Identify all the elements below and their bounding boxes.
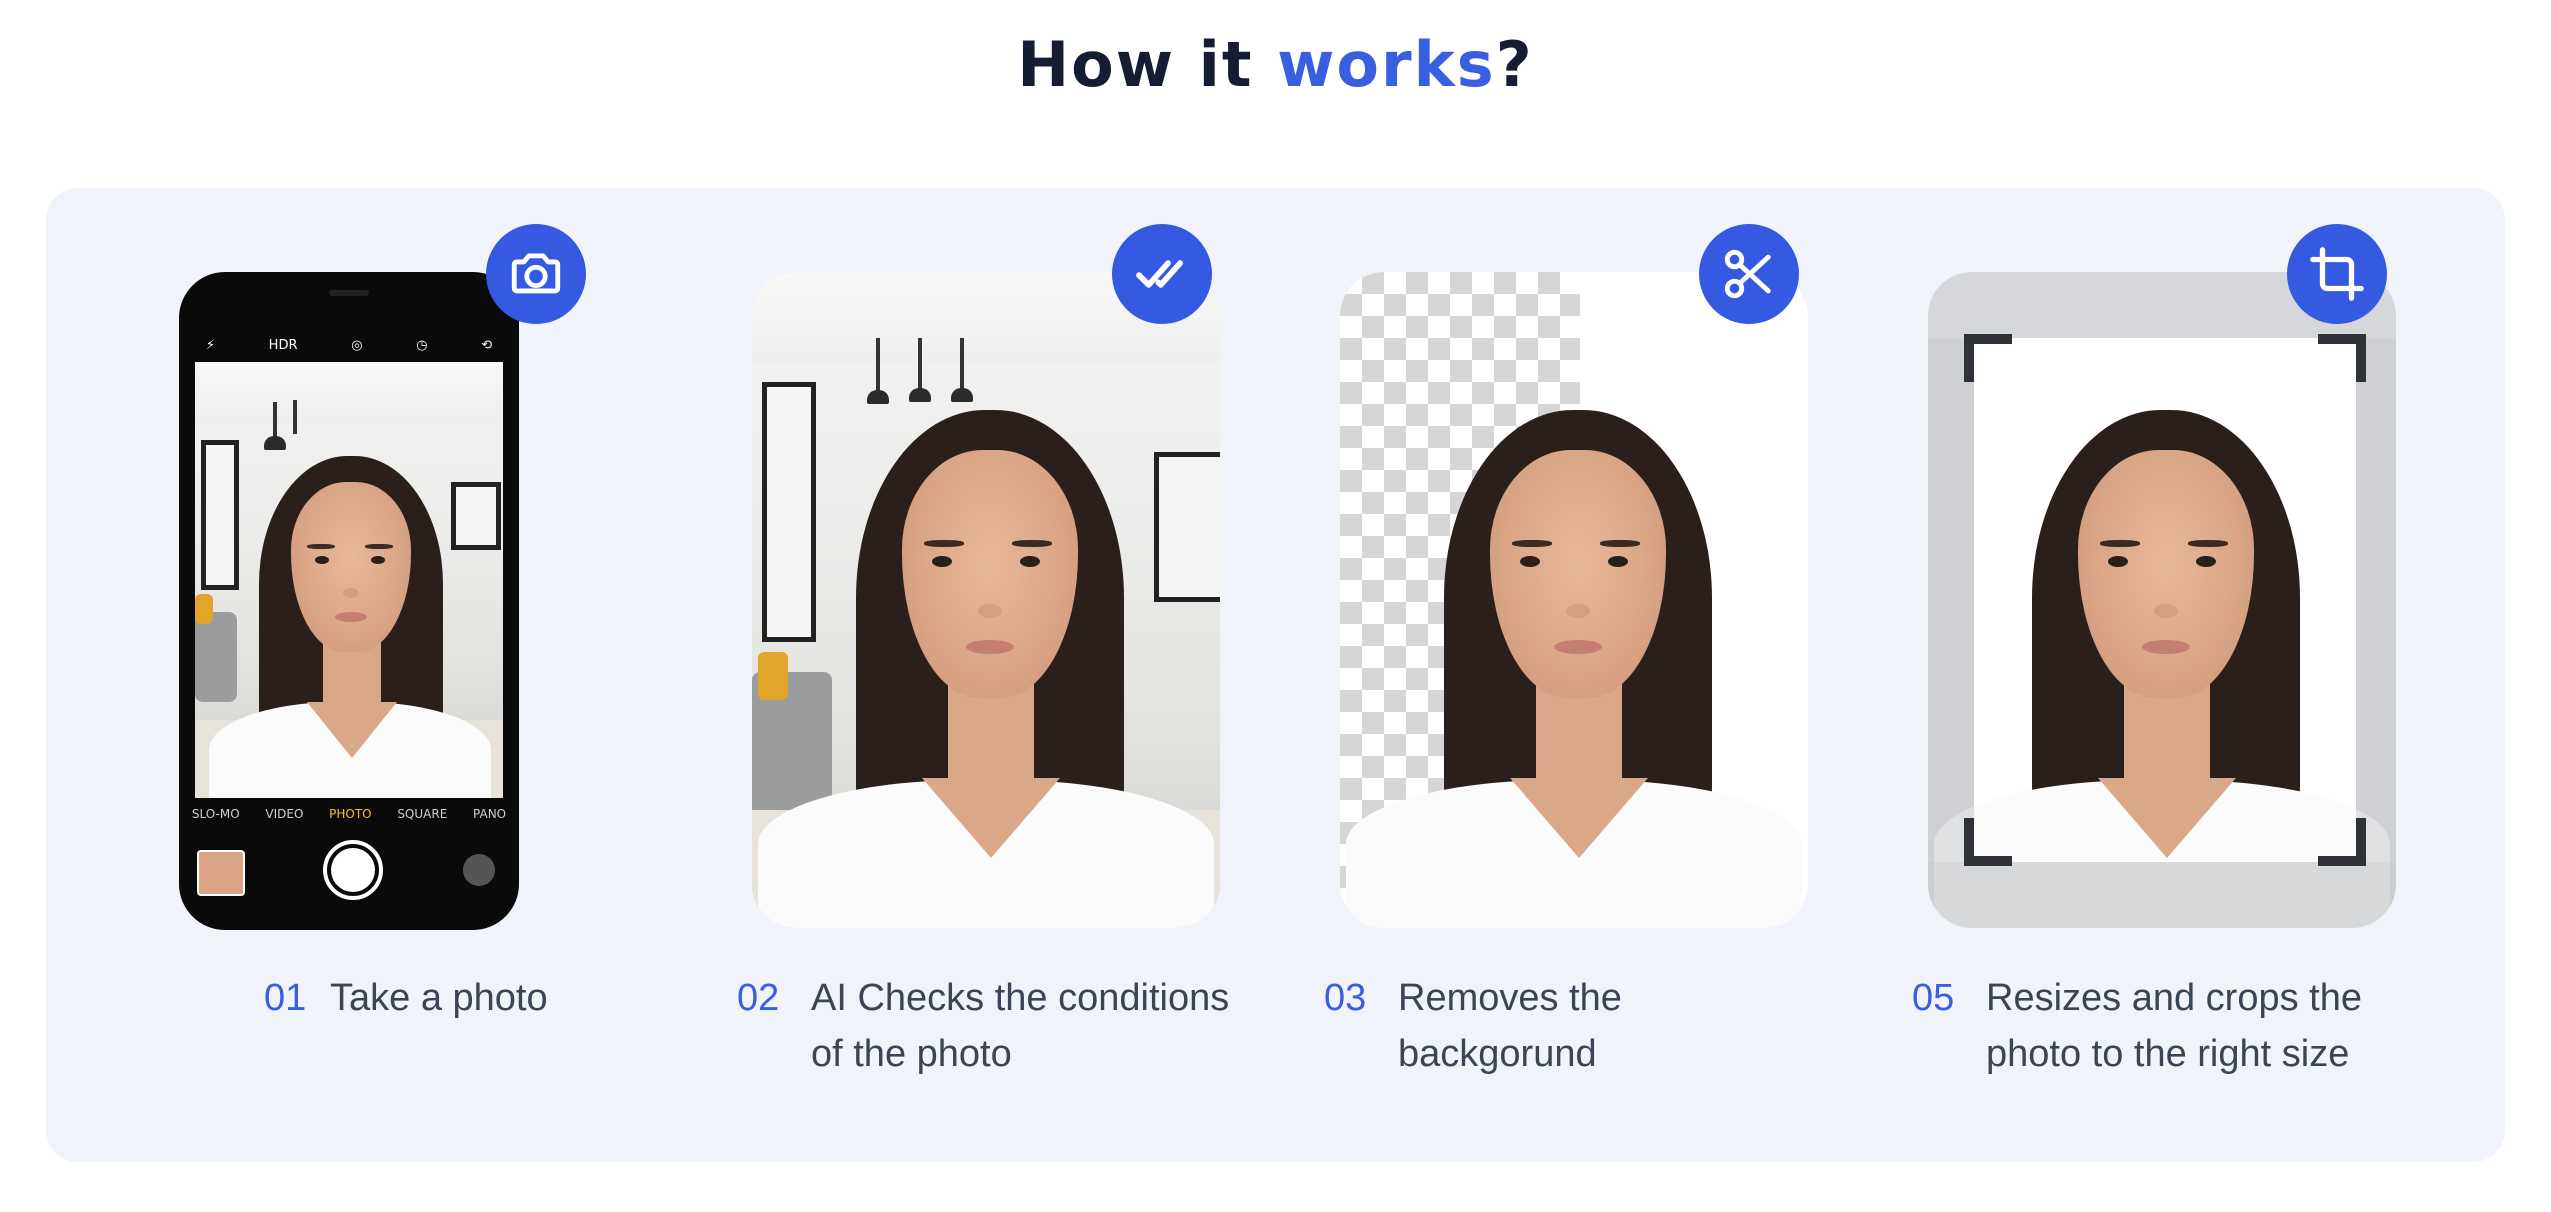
- heading-suffix: ?: [1495, 28, 1534, 101]
- step-text-line1: AI Checks the conditions: [811, 977, 1230, 1019]
- camera-modes: SLO-MO VIDEO PHOTO SQUARE PANO: [179, 807, 519, 821]
- crop-corner: [2318, 334, 2366, 382]
- step-caption-4: 05 Resizes and crops the photo to the ri…: [1912, 970, 2472, 1090]
- original-photo: [752, 272, 1220, 928]
- heading-prefix: How it: [1017, 28, 1278, 101]
- flash-icon: ⚡: [205, 337, 215, 353]
- phone-viewfinder: [195, 362, 503, 798]
- portrait-subject: [195, 362, 503, 798]
- crop-icon: [2287, 224, 2387, 324]
- section-heading: How it works?: [0, 28, 2551, 101]
- crop-corner: [1964, 818, 2012, 866]
- step-number: 03: [1324, 977, 1367, 1019]
- scissors-icon: [1699, 224, 1799, 324]
- step-number: 05: [1912, 977, 1955, 1019]
- mode-video: VIDEO: [265, 807, 304, 821]
- step-text-line2: of the photo: [811, 1033, 1012, 1075]
- camera-topbar: ⚡ HDR ◎ ◷ ⟲: [179, 332, 519, 358]
- shutter-button: [323, 840, 383, 900]
- mode-photo: PHOTO: [329, 807, 372, 821]
- mode-slomo: SLO-MO: [191, 807, 240, 821]
- step-text-line2: photo to the right size: [1986, 1033, 2350, 1075]
- crop-corner: [2318, 818, 2366, 866]
- step-text-line1: Resizes and crops the: [1986, 977, 2362, 1019]
- step-caption-3: 03 Removes the backgorund: [1324, 970, 1804, 1090]
- cropped-photo: [1928, 272, 2396, 928]
- mode-pano: PANO: [473, 807, 507, 821]
- phone-speaker: [329, 290, 369, 296]
- step-number: 01: [264, 977, 307, 1019]
- heading-accent: works: [1277, 28, 1496, 101]
- step-number: 02: [737, 977, 780, 1019]
- step-text-line1: Take a photo: [330, 977, 548, 1019]
- hdr-label: HDR: [268, 337, 298, 353]
- camera-icon: [486, 224, 586, 324]
- step-caption-2: 02 AI Checks the conditions of the photo: [737, 970, 1297, 1090]
- last-photo-thumbnail: [197, 850, 245, 896]
- crop-corner: [1964, 334, 2012, 382]
- portrait-subject: [1340, 272, 1808, 928]
- timer-icon: ◷: [416, 337, 428, 353]
- mode-square: SQUARE: [397, 807, 448, 821]
- background-removed-photo: [1340, 272, 1808, 928]
- live-icon: ◎: [351, 337, 363, 353]
- step-text-line1: Removes the: [1398, 977, 1622, 1019]
- double-check-icon: [1112, 224, 1212, 324]
- camera-switch-icon: [463, 854, 495, 886]
- flip-camera-icon: ⟲: [481, 337, 493, 353]
- step-text-line2: backgorund: [1398, 1033, 1597, 1075]
- phone-mockup: ⚡ HDR ◎ ◷ ⟲ SLO-MO VIDEO PHOTO SQUARE PA…: [179, 272, 519, 930]
- portrait-subject: [752, 272, 1220, 928]
